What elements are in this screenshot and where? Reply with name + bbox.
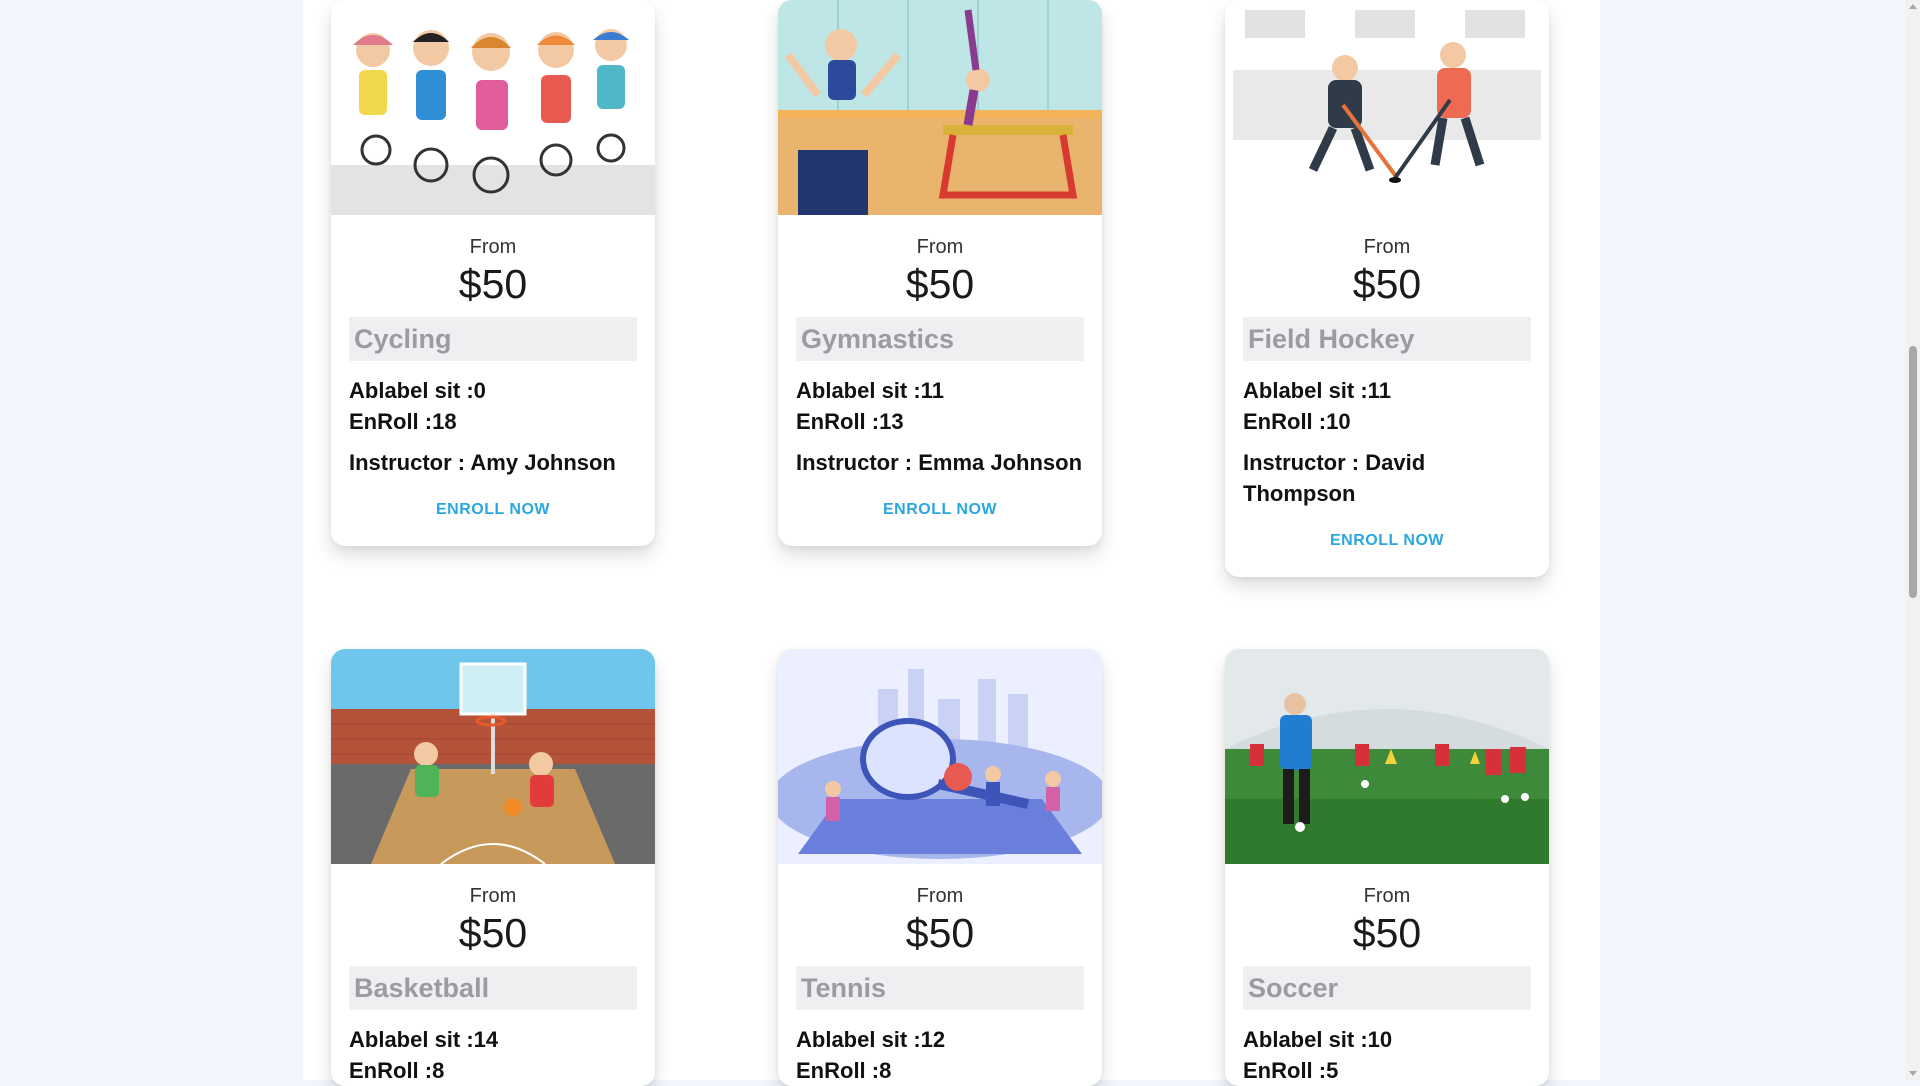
course-price: $50	[1352, 910, 1422, 956]
course-card-field-hockey: From $50 Field Hockey Ablabel sit :11 En…	[1225, 0, 1549, 577]
course-stats: Ablabel sit :11 EnRoll :10	[1243, 375, 1531, 437]
course-price: $50	[905, 910, 975, 956]
soccer-training-photo	[1225, 649, 1549, 864]
course-name: Soccer	[1243, 966, 1531, 1010]
instructor-name: Instructor : Amy Johnson	[349, 450, 616, 475]
course-name: Basketball	[349, 966, 637, 1010]
vertical-scrollbar[interactable]	[1906, 0, 1920, 1080]
course-card-soccer: From $50 Soccer Ablabel sit :10 EnRoll :…	[1225, 649, 1549, 1086]
scrollbar-thumb[interactable]	[1909, 346, 1917, 598]
course-stats: Ablabel sit :12 EnRoll :8	[796, 1024, 1084, 1086]
price-from-label: From	[1363, 885, 1411, 907]
course-name: Tennis	[796, 966, 1084, 1010]
enrolled-count: EnRoll :8	[349, 1058, 445, 1083]
gymnastics-illustration	[778, 0, 1102, 215]
instructor-name: Instructor : David Thompson	[1243, 450, 1426, 506]
enrolled-count: EnRoll :18	[349, 409, 457, 434]
course-price: $50	[458, 910, 528, 956]
course-name: Gymnastics	[796, 317, 1084, 361]
available-seats: Ablabel sit :11	[1243, 378, 1391, 403]
course-stats: Ablabel sit :0 EnRoll :18	[349, 375, 637, 437]
scroll-down-icon[interactable]	[1909, 1071, 1917, 1076]
course-card-tennis: From $50 Tennis Ablabel sit :12 EnRoll :…	[778, 649, 1102, 1086]
enrolled-count: EnRoll :8	[796, 1058, 892, 1083]
enroll-now-button[interactable]: ENROLL NOW	[1324, 531, 1450, 551]
course-price: $50	[1352, 261, 1422, 307]
scroll-up-icon[interactable]	[1909, 4, 1917, 9]
price-from-label: From	[469, 236, 517, 258]
enroll-now-button[interactable]: ENROLL NOW	[877, 500, 1003, 520]
available-seats: Ablabel sit :10	[1243, 1027, 1393, 1052]
available-seats: Ablabel sit :0	[349, 378, 486, 403]
course-name: Field Hockey	[1243, 317, 1531, 361]
course-stats: Ablabel sit :14 EnRoll :8	[349, 1024, 637, 1086]
course-price: $50	[905, 261, 975, 307]
enrolled-count: EnRoll :10	[1243, 409, 1351, 434]
courses-page: From $50 Cycling Ablabel sit :0 EnRoll :…	[303, 0, 1600, 1086]
price-from-label: From	[916, 236, 964, 258]
price-from-label: From	[1363, 236, 1411, 258]
course-stats: Ablabel sit :10 EnRoll :5	[1243, 1024, 1531, 1086]
course-price: $50	[458, 261, 528, 307]
instructor-name: Instructor : Emma Johnson	[796, 450, 1083, 475]
price-from-label: From	[469, 885, 517, 907]
available-seats: Ablabel sit :12	[796, 1027, 946, 1052]
course-stats: Ablabel sit :11 EnRoll :13	[796, 375, 1084, 437]
enroll-now-button[interactable]: ENROLL NOW	[430, 500, 556, 520]
available-seats: Ablabel sit :14	[349, 1027, 499, 1052]
course-name: Cycling	[349, 317, 637, 361]
enrolled-count: EnRoll :13	[796, 409, 904, 434]
enrolled-count: EnRoll :5	[1243, 1058, 1339, 1083]
hockey-players-illustration	[1225, 0, 1549, 215]
price-from-label: From	[916, 885, 964, 907]
tennis-illustration	[778, 649, 1102, 864]
available-seats: Ablabel sit :11	[796, 378, 944, 403]
basketball-court-illustration	[331, 649, 655, 864]
course-card-basketball: From $50 Basketball Ablabel sit :14 EnRo…	[331, 649, 655, 1086]
cycling-kids-illustration	[331, 0, 655, 215]
course-card-gymnastics: From $50 Gymnastics Ablabel sit :11 EnRo…	[778, 0, 1102, 546]
course-card-cycling: From $50 Cycling Ablabel sit :0 EnRoll :…	[331, 0, 655, 546]
